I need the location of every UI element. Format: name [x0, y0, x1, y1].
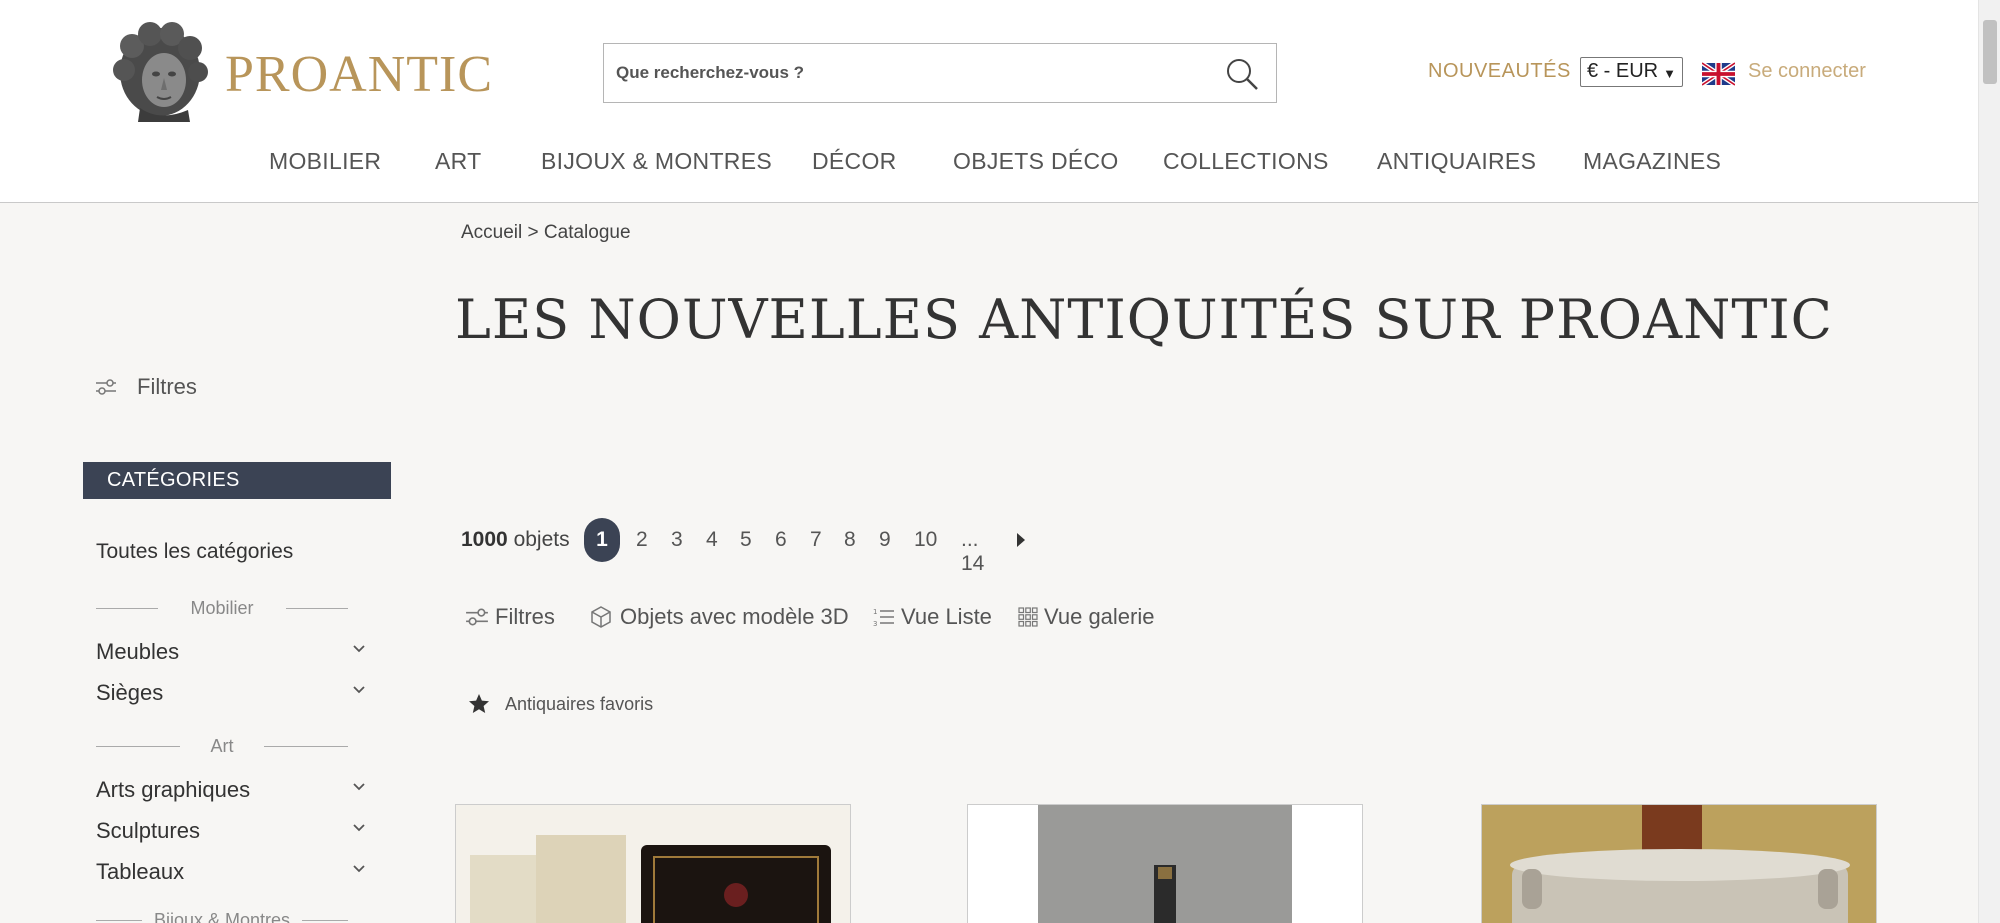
toolbar-gallery-view-label: Vue galerie: [1044, 604, 1155, 629]
nav-item-bijoux-montres[interactable]: BIJOUX & MONTRES: [541, 148, 772, 175]
results-count-suffix: objets: [513, 528, 570, 551]
toolbar-filters-label: Filtres: [495, 604, 555, 629]
page-7[interactable]: 7: [810, 528, 822, 552]
toolbar-3d-models-button[interactable]: Objets avec modèle 3D: [588, 604, 849, 630]
chevron-down-icon[interactable]: [352, 641, 366, 655]
breadcrumb: Accueil > Catalogue: [461, 222, 631, 244]
nav-item-objets-deco[interactable]: OBJETS DÉCO: [953, 148, 1119, 175]
chevron-down-icon[interactable]: [352, 682, 366, 696]
sidebar-filters-button[interactable]: Filtres: [95, 374, 197, 400]
page-scrollbar[interactable]: [1978, 0, 2000, 923]
category-sieges[interactable]: Sièges: [96, 680, 366, 706]
group-label-mobilier: Mobilier: [190, 598, 254, 618]
nav-item-collections[interactable]: COLLECTIONS: [1163, 148, 1329, 175]
new-arrivals-link[interactable]: NOUVEAUTÉS: [1428, 60, 1571, 83]
group-label-bijoux: Bijoux & Montres: [153, 910, 291, 923]
category-sculptures[interactable]: Sculptures: [96, 818, 366, 844]
nav-item-magazines[interactable]: MAGAZINES: [1583, 148, 1721, 175]
main-nav: MOBILIER ART BIJOUX & MONTRES DÉCOR OBJE…: [0, 148, 1978, 180]
breadcrumb-current[interactable]: Catalogue: [544, 222, 631, 243]
toolbar-list-view-label: Vue Liste: [901, 604, 992, 629]
product-card[interactable]: [455, 804, 851, 923]
toolbar-3d-models-label: Objets avec modèle 3D: [620, 604, 849, 629]
page-6[interactable]: 6: [775, 528, 787, 552]
category-label: Meubles: [96, 639, 180, 664]
chevron-down-icon[interactable]: [352, 779, 366, 793]
page-8[interactable]: 8: [844, 528, 856, 552]
results-count-number: 1000: [461, 528, 508, 551]
group-label-art: Art: [210, 736, 234, 756]
category-arts-graphiques[interactable]: Arts graphiques: [96, 777, 366, 803]
page-2[interactable]: 2: [636, 528, 648, 552]
page-title: LES NOUVELLES ANTIQUITÉS SUR PROANTIC: [455, 288, 1833, 351]
results-count: 1000 objets: [461, 528, 570, 552]
page-4[interactable]: 4: [706, 528, 718, 552]
toolbar-filters-button[interactable]: Filtres: [465, 604, 555, 630]
site-header: PROANTIC NOUVEAUTÉS € - EUR ▼ Se connect…: [0, 0, 1978, 203]
svg-text:3: 3: [873, 620, 877, 627]
group-divider-bijoux: Bijoux & Montres: [96, 910, 348, 923]
next-page-icon[interactable]: [1016, 533, 1026, 547]
all-categories-link[interactable]: Toutes les catégories: [96, 540, 293, 564]
nav-item-mobilier[interactable]: MOBILIER: [269, 148, 381, 175]
chevron-down-icon: ▼: [1663, 66, 1676, 81]
scrollbar-thumb[interactable]: [1983, 20, 1997, 84]
category-label: Tableaux: [96, 859, 185, 884]
grid-view-icon: [1018, 607, 1038, 627]
group-divider-mobilier: Mobilier: [96, 598, 348, 618]
page-10[interactable]: 10: [914, 528, 937, 552]
product-image[interactable]: [968, 805, 1363, 923]
breadcrumb-home[interactable]: Accueil: [461, 222, 522, 243]
nav-item-antiquaires[interactable]: ANTIQUAIRES: [1377, 148, 1536, 175]
page-3[interactable]: 3: [671, 528, 683, 552]
product-card[interactable]: [967, 804, 1363, 923]
categories-header: CATÉGORIES: [83, 462, 391, 499]
svg-text:1: 1: [873, 608, 877, 616]
toolbar-list-view-button[interactable]: 1 3 Vue Liste: [873, 604, 992, 630]
star-icon: [469, 694, 489, 713]
category-label: Sièges: [96, 680, 164, 705]
list-view-icon: 1 3: [873, 608, 894, 627]
uk-flag-icon[interactable]: [1702, 62, 1735, 86]
chevron-down-icon[interactable]: [352, 820, 366, 834]
page-5[interactable]: 5: [740, 528, 752, 552]
category-label: Sculptures: [96, 818, 200, 843]
favorite-dealers-label: Antiquaires favoris: [505, 693, 654, 714]
breadcrumb-separator: >: [527, 222, 539, 243]
logo-bust-icon[interactable]: [110, 20, 210, 122]
product-card[interactable]: [1481, 804, 1877, 923]
nav-item-art[interactable]: ART: [435, 148, 482, 175]
cube-3d-icon: [591, 606, 611, 628]
category-meubles[interactable]: Meubles: [96, 639, 366, 665]
search-box: [603, 43, 1277, 103]
login-link[interactable]: Se connecter: [1748, 60, 1866, 83]
sidebar-filters-label: Filtres: [137, 374, 197, 399]
search-icon[interactable]: [1224, 56, 1260, 92]
page-1[interactable]: 1: [584, 518, 620, 562]
page-9[interactable]: 9: [879, 528, 891, 552]
currency-value: € - EUR: [1587, 60, 1659, 82]
toolbar-gallery-view-button[interactable]: Vue galerie: [1018, 604, 1154, 630]
product-image[interactable]: [1482, 805, 1877, 923]
category-tableaux[interactable]: Tableaux: [96, 859, 366, 885]
filter-sliders-icon: [96, 379, 116, 395]
page-14[interactable]: ... 14: [961, 528, 984, 576]
nav-item-decor[interactable]: DÉCOR: [812, 148, 897, 175]
favorite-dealers-toggle[interactable]: Antiquaires favoris: [467, 692, 653, 716]
search-input[interactable]: [616, 58, 1196, 88]
brand-logo-text[interactable]: PROANTIC: [225, 45, 493, 104]
chevron-down-icon[interactable]: [352, 861, 366, 875]
product-image[interactable]: [456, 805, 851, 923]
filter-sliders-icon: [466, 608, 488, 626]
category-label: Arts graphiques: [96, 777, 251, 802]
currency-select[interactable]: € - EUR ▼: [1580, 57, 1683, 87]
group-divider-art: Art: [96, 736, 348, 756]
